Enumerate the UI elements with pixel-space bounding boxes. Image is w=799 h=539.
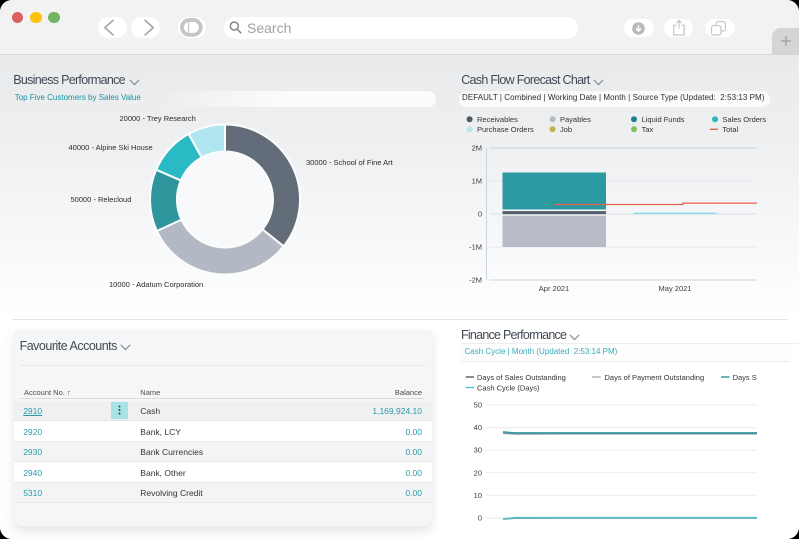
svg-text:30: 30 xyxy=(474,446,482,455)
svg-text:-2M: -2M xyxy=(469,276,482,285)
svg-text:Days of Sales Outstanding: Days of Sales Outstanding xyxy=(477,373,566,382)
svg-text:Receivables: Receivables xyxy=(477,115,518,124)
svg-text:1M: 1M xyxy=(472,177,482,186)
svg-text:Liquid Funds: Liquid Funds xyxy=(642,115,685,124)
svg-text:Days Sa: Days Sa xyxy=(733,373,757,382)
svg-text:40: 40 xyxy=(474,423,482,432)
svg-text:Payables: Payables xyxy=(560,115,591,124)
svg-text:Tax: Tax xyxy=(642,125,654,134)
svg-text:May 2021: May 2021 xyxy=(659,284,692,293)
svg-text:2M: 2M xyxy=(472,144,482,153)
svg-text:50: 50 xyxy=(474,401,482,410)
svg-text:20: 20 xyxy=(474,468,482,477)
svg-text:Job: Job xyxy=(560,125,572,134)
svg-text:Sales Orders: Sales Orders xyxy=(722,115,766,124)
svg-text:Purchase Orders: Purchase Orders xyxy=(477,125,534,134)
svg-text:Total: Total xyxy=(722,125,738,134)
svg-text:-1M: -1M xyxy=(469,243,482,252)
svg-text:Days of Payment Outstanding: Days of Payment Outstanding xyxy=(605,373,705,382)
svg-text:0: 0 xyxy=(478,514,482,523)
svg-text:10: 10 xyxy=(474,491,482,500)
svg-text:Cash Cycle (Days): Cash Cycle (Days) xyxy=(477,384,540,393)
svg-text:Apr 2021: Apr 2021 xyxy=(539,284,569,293)
svg-text:0: 0 xyxy=(478,210,482,219)
